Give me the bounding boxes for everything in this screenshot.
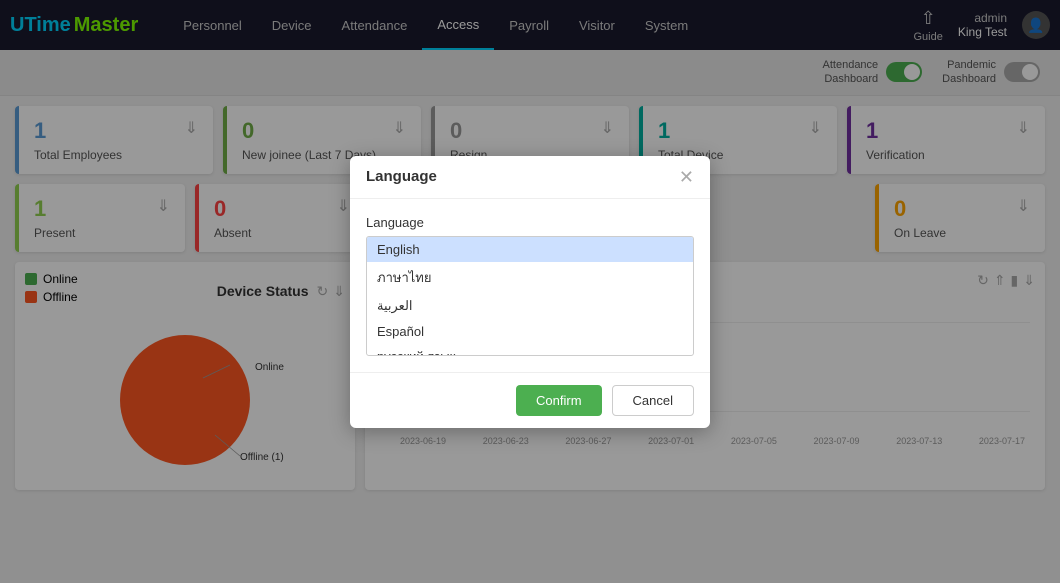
modal-footer: Confirm Cancel: [350, 372, 710, 428]
modal-overlay[interactable]: Language ✕ Language English ภาษาไทย العر…: [0, 0, 1060, 583]
lang-option-russian[interactable]: русский язык: [367, 344, 693, 356]
modal-title: Language: [366, 168, 437, 185]
language-modal: Language ✕ Language English ภาษาไทย العر…: [350, 156, 710, 428]
language-label: Language: [366, 215, 694, 230]
cancel-button[interactable]: Cancel: [612, 385, 694, 416]
modal-header: Language ✕: [350, 156, 710, 199]
lang-option-english[interactable]: English: [367, 237, 693, 262]
modal-body: Language English ภาษาไทย العربیة Español…: [350, 199, 710, 372]
close-icon[interactable]: ✕: [679, 168, 694, 186]
lang-option-thai[interactable]: ภาษาไทย: [367, 262, 693, 293]
lang-option-arabic[interactable]: العربیة: [367, 293, 693, 319]
language-listbox[interactable]: English ภาษาไทย العربیة Español русский …: [366, 236, 694, 356]
confirm-button[interactable]: Confirm: [516, 385, 602, 416]
lang-option-spanish[interactable]: Español: [367, 319, 693, 344]
